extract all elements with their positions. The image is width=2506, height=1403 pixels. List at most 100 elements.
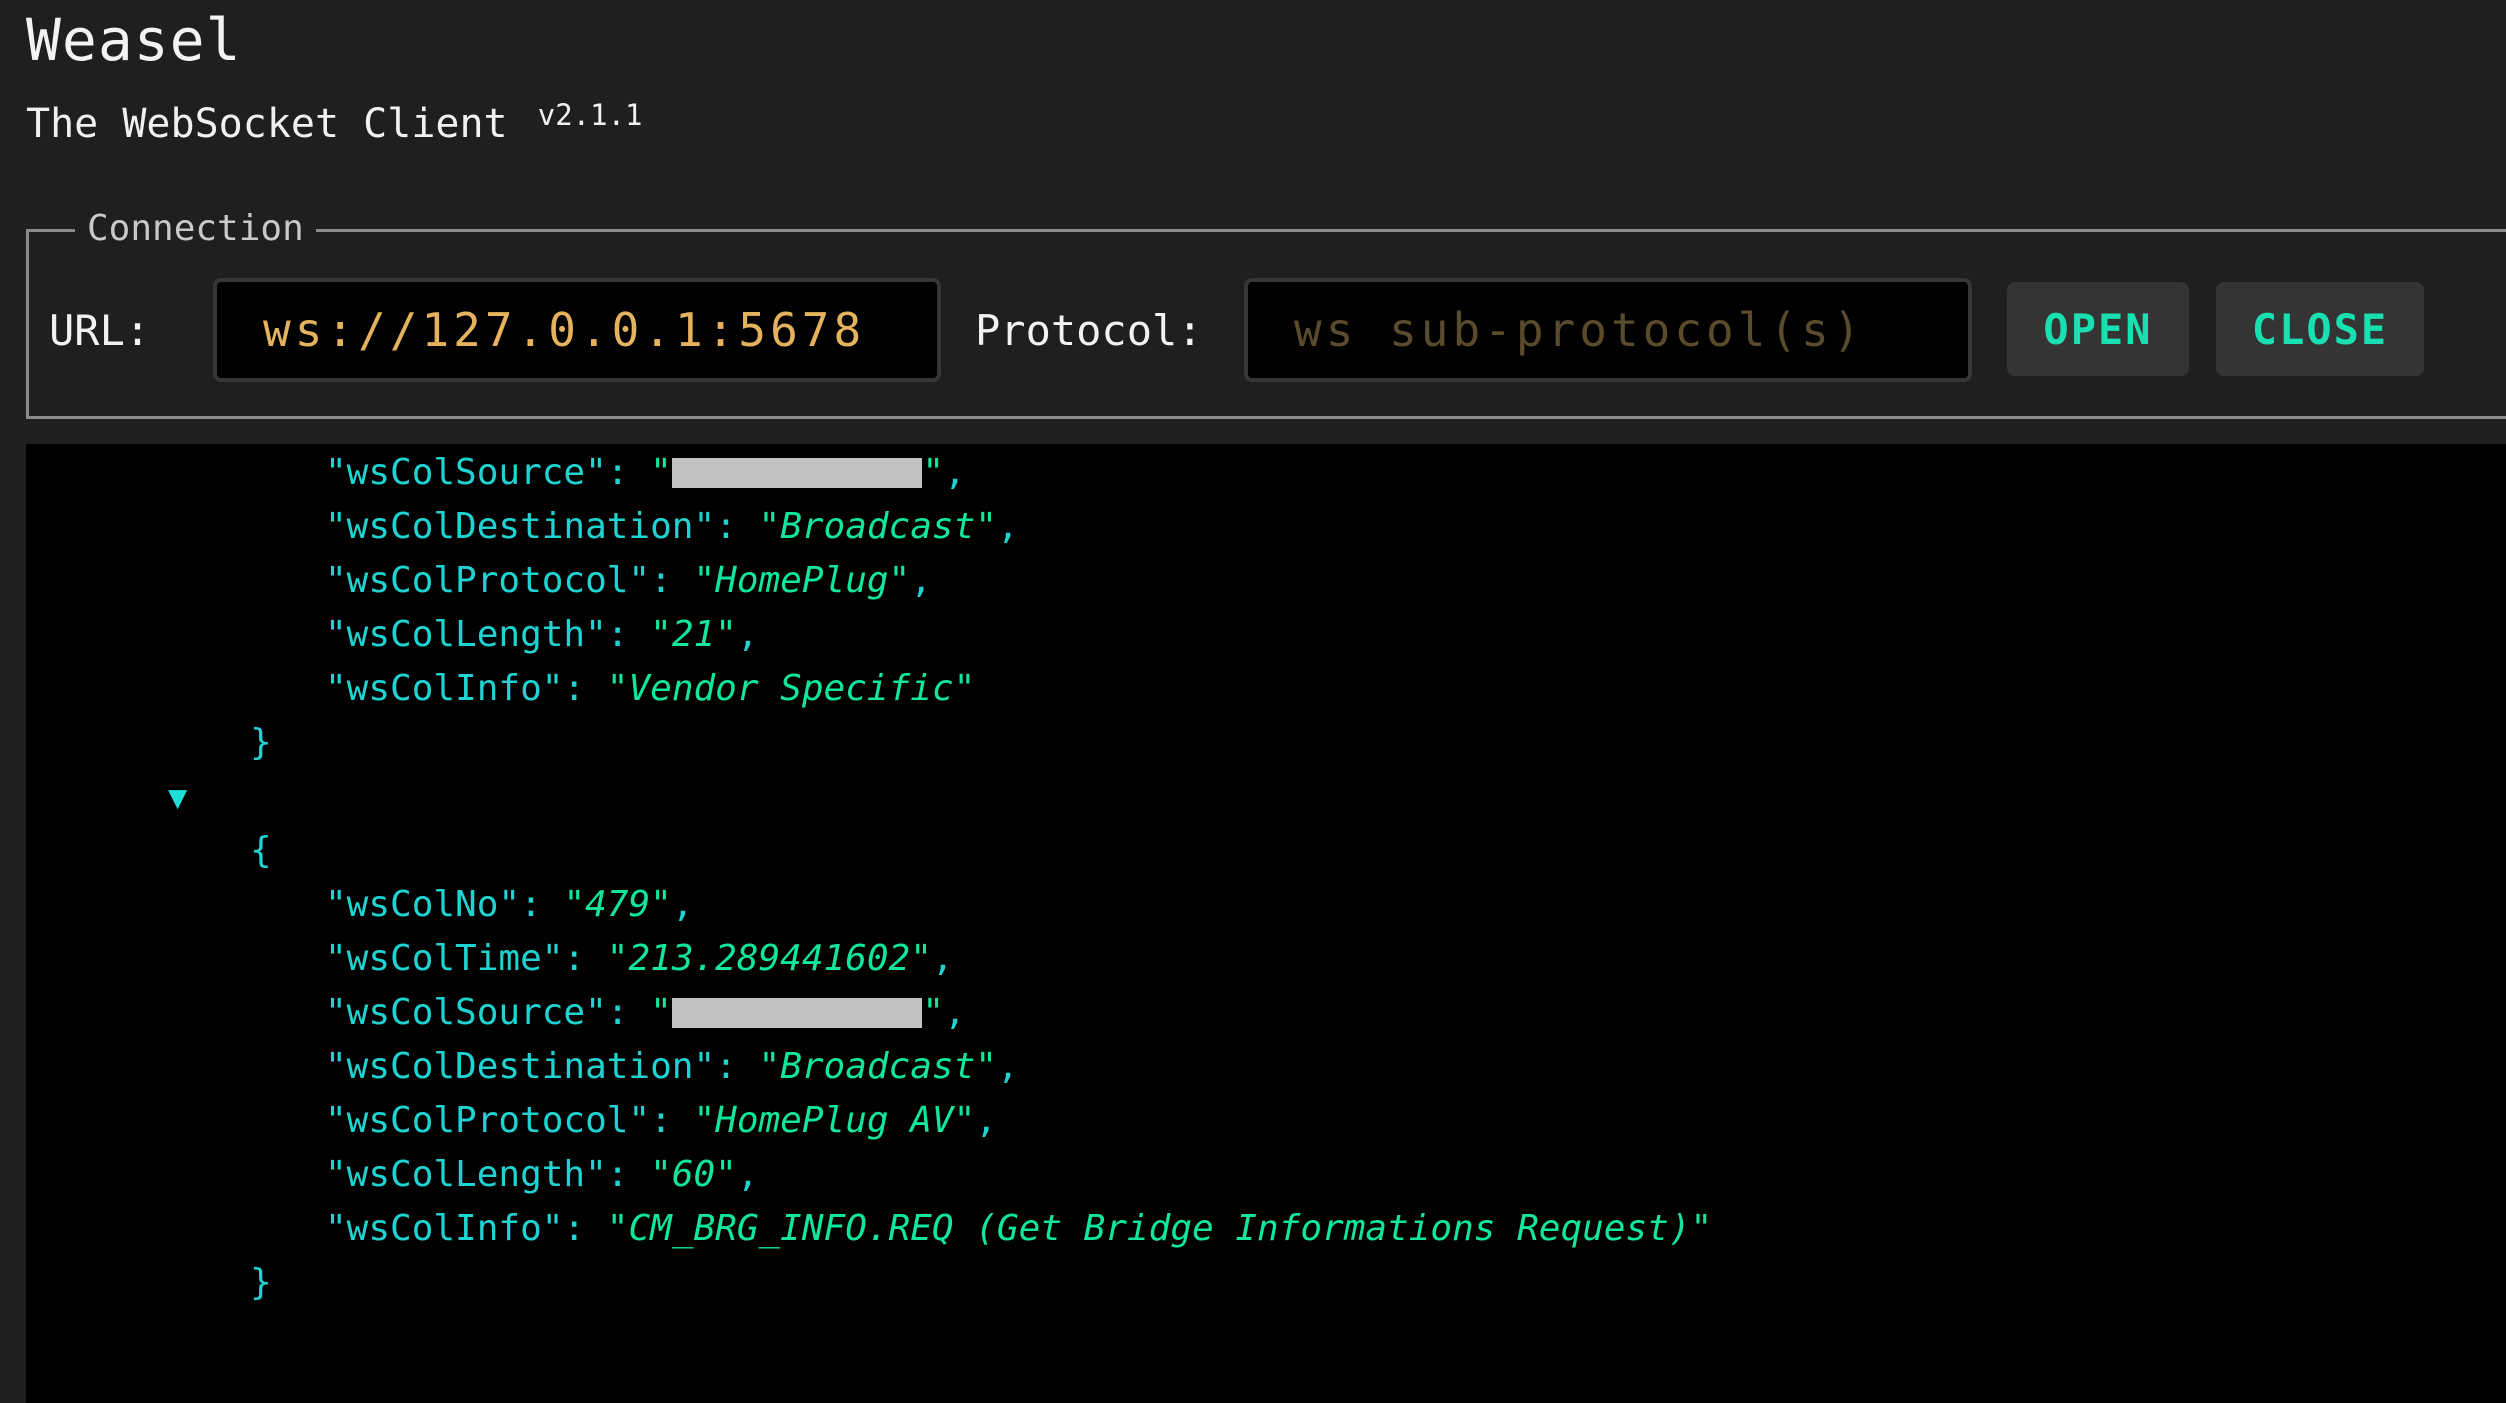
tree-toggle-row[interactable]: ▼ <box>26 770 2506 824</box>
json-quote: " <box>606 1208 629 1249</box>
url-label: URL: <box>49 306 151 355</box>
json-value: CM_BRG_INFO.REQ (Get Bridge Informations… <box>628 1208 1691 1249</box>
json-key: "wsColInfo" <box>325 668 564 709</box>
json-key: "wsColLength" <box>325 614 607 655</box>
object-close-brace: } <box>250 722 272 763</box>
json-comma: , <box>931 938 954 979</box>
json-quote: " <box>606 668 629 709</box>
json-value: Broadcast <box>780 506 976 547</box>
json-quote: " <box>975 1046 997 1087</box>
json-key: "wsColSource" <box>325 452 607 493</box>
json-colon: : <box>715 506 759 547</box>
json-value: HomePlug <box>715 560 889 601</box>
json-key: "wsColDestination" <box>325 506 716 547</box>
json-comma: , <box>736 1154 759 1195</box>
json-quote: " <box>953 668 976 709</box>
protocol-label: Protocol: <box>975 306 1203 355</box>
json-comma: , <box>975 1100 997 1141</box>
json-key: "wsColProtocol" <box>325 1100 651 1141</box>
json-key: "wsColLength" <box>325 1154 607 1195</box>
json-field-row: "wsColDestination": "Broadcast", <box>26 1040 2506 1094</box>
json-colon: : <box>563 938 607 979</box>
json-key: "wsColNo" <box>325 884 521 925</box>
json-value: Broadcast <box>780 1046 976 1087</box>
json-quote: " <box>606 938 629 979</box>
json-value: 60 <box>671 1154 716 1195</box>
json-field-row: "wsColTime": "213.289441602", <box>26 932 2506 986</box>
json-key: "wsColSource" <box>325 992 607 1033</box>
json-colon: : <box>563 1208 607 1249</box>
protocol-input[interactable] <box>1244 278 1972 382</box>
json-colon: : <box>606 614 651 655</box>
json-field-row: "wsColNo": "479", <box>26 878 2506 932</box>
json-comma: , <box>996 1046 1019 1087</box>
json-field-row: "wsColSource": " ", <box>26 986 2506 1040</box>
connection-fieldset: Connection URL: Protocol: OPEN CLOSE <box>26 208 2506 419</box>
json-field-row: "wsColLength": "21", <box>26 608 2506 662</box>
json-tree: "wsColTime": "","wsColSource": "","wsCol… <box>26 444 2506 1310</box>
json-quote: " <box>715 1154 737 1195</box>
app-version: v2.1.1 <box>537 98 643 132</box>
json-key: "wsColProtocol" <box>325 560 651 601</box>
open-button[interactable]: OPEN <box>2007 282 2189 376</box>
json-key: "wsColDestination" <box>325 1046 716 1087</box>
json-comma: , <box>944 992 966 1033</box>
object-open-brace: { <box>250 830 272 871</box>
json-quote: " <box>563 884 586 925</box>
expand-triangle-icon[interactable]: ▼ <box>168 770 187 824</box>
json-value: Vendor Specific <box>628 668 954 709</box>
json-quote: " <box>1690 1208 1713 1249</box>
json-value: HomePlug AV <box>715 1100 954 1141</box>
url-input[interactable] <box>213 278 941 382</box>
json-field-row: "wsColDestination": "Broadcast", <box>26 500 2506 554</box>
json-quote: " <box>922 992 945 1033</box>
weasel-app: Weasel The WebSocket Client v2.1.1 Conne… <box>0 0 2506 1403</box>
json-quote: " <box>650 1154 672 1195</box>
connection-legend: Connection <box>75 208 316 249</box>
json-quote: " <box>650 884 672 925</box>
json-field-row: "wsColInfo": "CM_BRG_INFO.REQ (Get Bridg… <box>26 1202 2506 1256</box>
json-colon: : <box>606 1154 651 1195</box>
json-colon: : <box>606 992 651 1033</box>
json-quote: " <box>975 506 997 547</box>
json-value: 479 <box>585 884 651 925</box>
json-value: 21 <box>671 614 716 655</box>
close-button[interactable]: CLOSE <box>2216 282 2424 376</box>
redacted-value <box>671 998 923 1028</box>
app-subtitle-text: The WebSocket Client <box>26 101 508 147</box>
json-colon: : <box>650 1100 694 1141</box>
json-comma: , <box>736 614 759 655</box>
json-field-row: "wsColLength": "60", <box>26 1148 2506 1202</box>
json-quote: " <box>758 1046 781 1087</box>
json-quote: " <box>922 452 945 493</box>
app-subtitle: The WebSocket Client v2.1.1 <box>26 98 643 147</box>
json-field-row: "wsColInfo": "Vendor Specific" <box>26 662 2506 716</box>
json-colon: : <box>520 884 564 925</box>
json-quote: " <box>693 560 716 601</box>
json-comma: , <box>996 506 1019 547</box>
json-key: "wsColTime" <box>325 938 564 979</box>
json-colon: : <box>606 452 651 493</box>
json-field-row: "wsColProtocol": "HomePlug", <box>26 554 2506 608</box>
app-title: Weasel <box>26 6 242 74</box>
json-field-row: "wsColProtocol": "HomePlug AV", <box>26 1094 2506 1148</box>
json-comma: , <box>910 560 932 601</box>
json-comma: , <box>944 452 966 493</box>
json-quote: " <box>650 992 672 1033</box>
json-key: "wsColInfo" <box>325 1208 564 1249</box>
json-quote: " <box>650 452 672 493</box>
json-field-row: "wsColSource": " ", <box>26 446 2506 500</box>
message-output[interactable]: "wsColTime": "","wsColSource": "","wsCol… <box>26 444 2506 1403</box>
json-quote: " <box>953 1100 976 1141</box>
json-colon: : <box>715 1046 759 1087</box>
json-quote: " <box>650 614 672 655</box>
json-quote: " <box>888 560 911 601</box>
json-comma: , <box>671 884 694 925</box>
json-value: 213.289441602 <box>628 938 911 979</box>
object-close-brace: } <box>250 1262 272 1303</box>
redacted-value <box>671 458 923 488</box>
json-colon: : <box>650 560 694 601</box>
json-quote: " <box>693 1100 716 1141</box>
json-quote: " <box>758 506 781 547</box>
json-quote: " <box>715 614 737 655</box>
